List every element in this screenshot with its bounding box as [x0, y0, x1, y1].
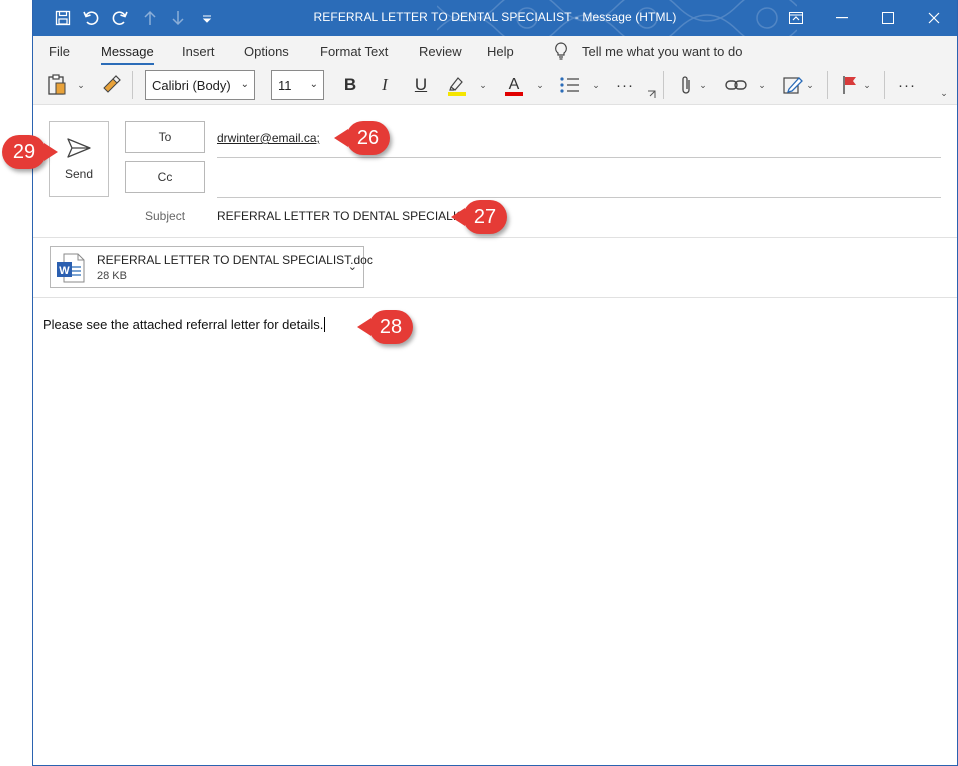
callout-send: 29	[2, 134, 58, 170]
more-formatting-button[interactable]: ···	[610, 72, 640, 98]
attachment-card[interactable]: W REFERRAL LETTER TO DENTAL SPECIALIST.d…	[50, 246, 373, 288]
callout-send-number: 29	[2, 135, 58, 169]
more-commands-button[interactable]: ···	[894, 72, 920, 98]
paste-icon[interactable]	[45, 72, 69, 98]
send-button[interactable]: Send	[49, 121, 109, 197]
bullets-dropdown-icon[interactable]: ⌄	[590, 72, 602, 98]
callout-subject: 27	[451, 199, 507, 235]
attachment-size: 28 KB	[97, 270, 127, 282]
to-field[interactable]: drwinter@email.ca;	[217, 131, 320, 145]
tab-file[interactable]: File	[49, 44, 70, 59]
link-icon[interactable]	[723, 72, 749, 98]
svg-text:W: W	[59, 265, 70, 277]
highlight-icon[interactable]	[444, 72, 470, 98]
attach-file-icon[interactable]	[675, 72, 697, 98]
tell-me-search[interactable]: Tell me what you want to do	[582, 44, 742, 59]
ribbon-display-options-icon[interactable]	[773, 0, 819, 36]
to-button[interactable]: To	[125, 121, 205, 153]
signature-dropdown-icon[interactable]: ⌄	[804, 72, 816, 98]
font-name-select[interactable]: Calibri (Body) ⌄	[145, 70, 255, 100]
close-icon[interactable]	[911, 0, 957, 36]
outlook-message-window: REFERRAL LETTER TO DENTAL SPECIALIST - M…	[32, 0, 958, 766]
attachment-menu-chevron-icon[interactable]: ⌄	[348, 260, 357, 273]
svg-text:A: A	[509, 76, 520, 93]
lightbulb-icon[interactable]	[554, 42, 568, 63]
subject-field[interactable]: REFERRAL LETTER TO DENTAL SPECIALIST	[217, 209, 472, 223]
flag-dropdown-icon[interactable]: ⌄	[861, 72, 873, 98]
font-color-icon[interactable]: A	[501, 72, 527, 98]
send-icon	[67, 138, 91, 158]
bold-button[interactable]: B	[338, 72, 362, 98]
tab-review[interactable]: Review	[419, 44, 462, 59]
title-bar: REFERRAL LETTER TO DENTAL SPECIALIST - M…	[33, 0, 957, 36]
cc-button[interactable]: Cc	[125, 161, 205, 193]
send-label: Send	[64, 167, 94, 181]
callout-body: 28	[357, 309, 413, 345]
paste-dropdown-icon[interactable]: ⌄	[75, 72, 87, 98]
tab-options[interactable]: Options	[244, 44, 289, 59]
tab-message[interactable]: Message	[101, 44, 154, 65]
signature-icon[interactable]	[781, 72, 805, 98]
italic-button[interactable]: I	[373, 72, 397, 98]
word-document-icon: W	[57, 253, 85, 283]
maximize-icon[interactable]	[865, 0, 911, 36]
link-dropdown-icon[interactable]: ⌄	[756, 72, 768, 98]
attachments-bar: W REFERRAL LETTER TO DENTAL SPECIALIST.d…	[33, 238, 957, 298]
ribbon-tabs: File Message Insert Options Format Text …	[33, 36, 957, 66]
message-body-text[interactable]: Please see the attached referral letter …	[43, 317, 326, 332]
format-painter-icon[interactable]	[99, 72, 123, 98]
bullets-icon[interactable]	[557, 72, 583, 98]
callout-body-number: 28	[357, 310, 413, 344]
ribbon-toolbar: ⌄ Calibri (Body) ⌄ 11 ⌄ B I U ⌄ A ⌄ ⌄ ··…	[33, 66, 957, 105]
ribbon-divider	[827, 71, 828, 99]
to-field-underline	[217, 157, 941, 158]
font-color-dropdown-icon[interactable]: ⌄	[534, 72, 546, 98]
attach-dropdown-icon[interactable]: ⌄	[697, 72, 709, 98]
tab-insert[interactable]: Insert	[182, 44, 215, 59]
callout-subject-number: 27	[451, 200, 507, 234]
tab-format-text[interactable]: Format Text	[320, 44, 388, 59]
tab-help[interactable]: Help	[487, 44, 514, 59]
chevron-down-icon: ⌄	[240, 79, 249, 90]
ribbon-divider	[663, 71, 664, 99]
ribbon-divider	[132, 71, 133, 99]
chevron-down-icon: ⌄	[309, 79, 318, 90]
font-size-select[interactable]: 11 ⌄	[271, 70, 324, 100]
collapse-ribbon-icon[interactable]: ⌄	[938, 80, 950, 106]
callout-to-number: 26	[334, 121, 390, 155]
flag-icon[interactable]	[839, 72, 861, 98]
message-body-content: Please see the attached referral letter …	[43, 317, 324, 332]
ribbon-divider	[884, 71, 885, 99]
cc-field-underline	[217, 197, 941, 198]
dialog-launcher-icon[interactable]	[645, 88, 657, 100]
message-body-editor[interactable]: Please see the attached referral letter …	[33, 299, 957, 765]
attachment-name: REFERRAL LETTER TO DENTAL SPECIALIST.doc	[97, 253, 373, 267]
font-name-value: Calibri (Body)	[152, 77, 231, 93]
font-size-value: 11	[278, 77, 292, 93]
text-cursor	[324, 317, 326, 332]
subject-label: Subject	[145, 209, 186, 223]
underline-button[interactable]: U	[409, 72, 433, 98]
callout-to: 26	[334, 120, 390, 156]
minimize-icon[interactable]	[819, 0, 865, 36]
highlight-dropdown-icon[interactable]: ⌄	[477, 72, 489, 98]
